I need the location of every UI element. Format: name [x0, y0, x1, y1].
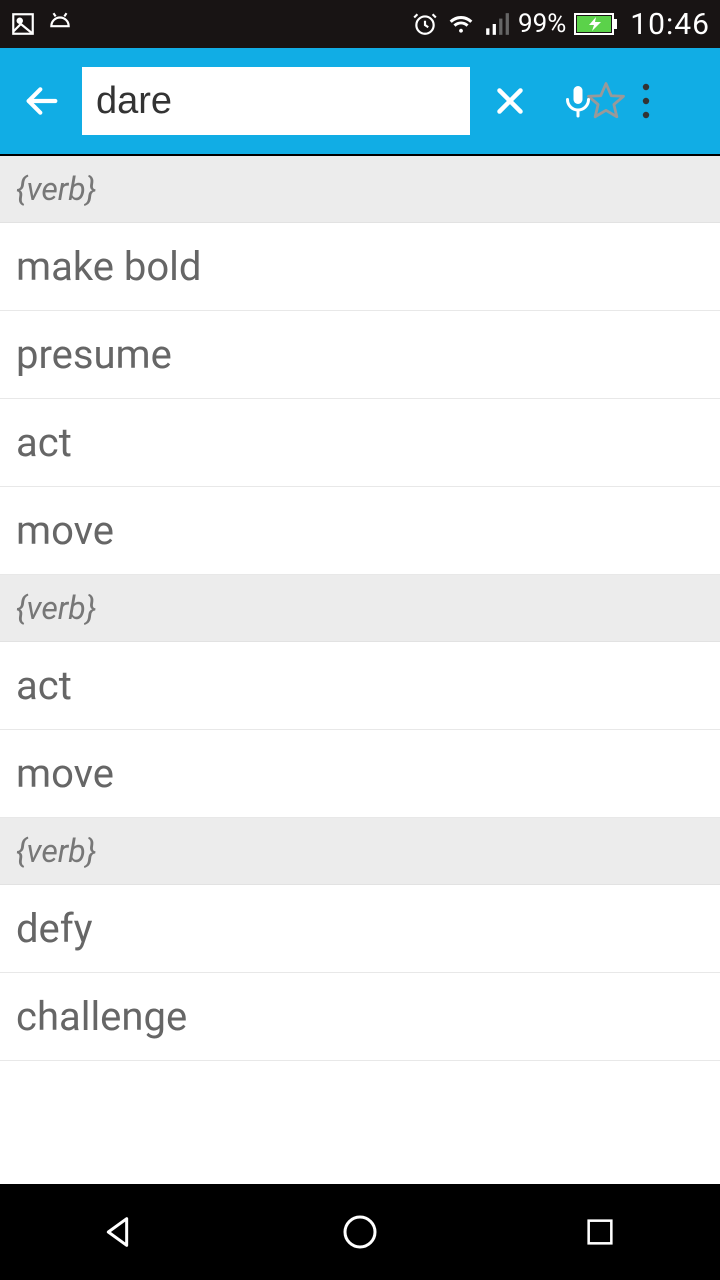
overflow-menu-button[interactable]: [618, 73, 674, 129]
nav-recent-button[interactable]: [560, 1202, 640, 1262]
signal-icon: [484, 11, 510, 37]
result-row[interactable]: make bold: [0, 223, 720, 311]
result-row[interactable]: act: [0, 642, 720, 730]
result-row[interactable]: presume: [0, 311, 720, 399]
search-box: [82, 67, 470, 135]
android-icon: [46, 11, 74, 37]
app-bar: [0, 48, 720, 156]
pos-header: {verb}: [0, 156, 720, 223]
results-list: {verb} make bold presume act move {verb}…: [0, 156, 720, 1184]
pos-header: {verb}: [0, 575, 720, 642]
status-bar: 99% 10:46: [0, 0, 720, 48]
result-row[interactable]: act: [0, 399, 720, 487]
result-row[interactable]: challenge: [0, 973, 720, 1061]
result-row[interactable]: move: [0, 730, 720, 818]
battery-icon: [574, 13, 618, 35]
nav-home-button[interactable]: [320, 1202, 400, 1262]
voice-button[interactable]: [550, 73, 606, 129]
alarm-icon: [412, 11, 438, 37]
pos-header: {verb}: [0, 818, 720, 885]
clock-time: 10:46: [630, 7, 710, 42]
result-row[interactable]: move: [0, 487, 720, 575]
system-nav-bar: [0, 1184, 720, 1280]
nav-back-button[interactable]: [80, 1202, 160, 1262]
wifi-icon: [446, 11, 476, 37]
back-button[interactable]: [14, 73, 70, 129]
clear-button[interactable]: [482, 73, 538, 129]
battery-percentage: 99%: [518, 9, 566, 39]
picture-icon: [10, 11, 36, 37]
result-row[interactable]: defy: [0, 885, 720, 973]
